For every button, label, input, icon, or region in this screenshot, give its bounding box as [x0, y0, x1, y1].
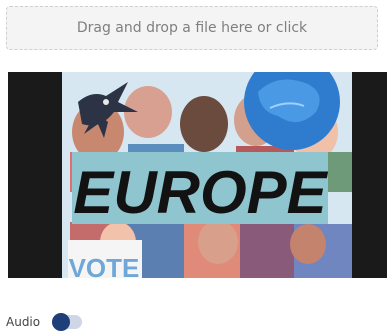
- audio-label: Audio: [6, 315, 41, 329]
- vote-sign-text: VOTE: [69, 253, 140, 278]
- audio-toggle[interactable]: [52, 313, 83, 331]
- file-dropzone[interactable]: Drag and drop a file here or click: [6, 6, 378, 50]
- audio-row: Audio: [6, 313, 83, 331]
- image-preview: EUROPE VOTE: [8, 72, 387, 278]
- audio-toggle-knob: [52, 313, 71, 331]
- title-text: EUROPE: [73, 159, 328, 226]
- vote-sign: VOTE: [68, 240, 142, 278]
- preview-image: EUROPE VOTE: [8, 72, 387, 278]
- dropzone-label: Drag and drop a file here or click: [76, 20, 308, 36]
